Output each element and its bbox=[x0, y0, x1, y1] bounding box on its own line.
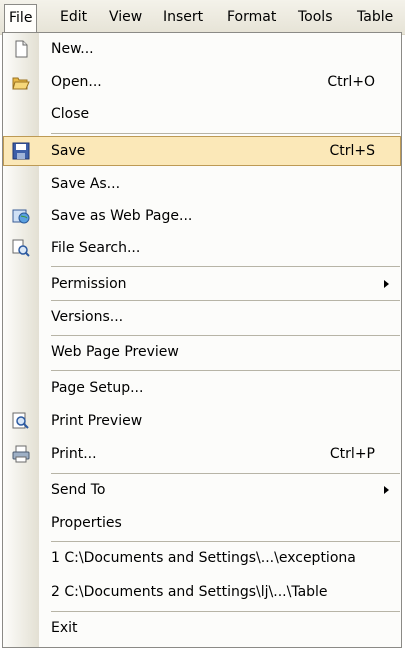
menu-item-label: Web Page Preview bbox=[51, 344, 179, 360]
menu-item-label: Send To bbox=[51, 482, 106, 498]
menu-separator bbox=[51, 300, 400, 301]
menu-item-label: File Search... bbox=[51, 240, 141, 256]
menu-separator bbox=[51, 541, 400, 542]
menu-item-save[interactable]: Save Ctrl+S bbox=[3, 136, 401, 166]
menu-separator bbox=[51, 335, 400, 336]
menu-separator bbox=[51, 370, 400, 371]
menu-item-label: Print Preview bbox=[51, 413, 143, 429]
menu-item-permission[interactable]: Permission bbox=[3, 269, 401, 299]
menu-item-close[interactable]: Close bbox=[3, 99, 401, 129]
menu-item-label: New... bbox=[51, 41, 94, 57]
menu-separator bbox=[51, 473, 400, 474]
menu-insert[interactable]: Insert bbox=[160, 6, 206, 28]
file-search-icon bbox=[12, 239, 30, 257]
menu-edit[interactable]: Edit bbox=[57, 6, 90, 28]
shortcut-label: Ctrl+O bbox=[327, 74, 375, 90]
print-preview-icon bbox=[12, 412, 30, 430]
menu-bar: File Edit View Insert Format Tools Table bbox=[0, 0, 405, 35]
menu-item-new[interactable]: New... bbox=[3, 34, 401, 64]
menu-item-label: Close bbox=[51, 106, 90, 122]
menu-item-print-preview[interactable]: Print Preview bbox=[3, 406, 401, 436]
floppy-disk-icon bbox=[12, 142, 30, 160]
menu-item-save-as[interactable]: Save As... bbox=[3, 169, 401, 199]
menu-item-label: Print... bbox=[51, 446, 97, 462]
menu-item-label: Open... bbox=[51, 74, 102, 90]
menu-table[interactable]: Table bbox=[354, 6, 396, 28]
shortcut-label: Ctrl+P bbox=[329, 446, 375, 462]
menu-item-open[interactable]: Open... Ctrl+O bbox=[3, 67, 401, 97]
menu-item-label: 1 C:\Documents and Settings\...\exceptio… bbox=[51, 550, 356, 566]
menu-format[interactable]: Format bbox=[224, 6, 279, 28]
menu-item-recent-file-2[interactable]: 2 C:\Documents and Settings\lj\...\Table bbox=[3, 577, 401, 607]
menu-item-file-search[interactable]: File Search... bbox=[3, 233, 401, 263]
open-folder-icon bbox=[12, 73, 30, 91]
submenu-arrow-icon bbox=[384, 486, 389, 494]
menu-item-label: Save bbox=[51, 143, 86, 159]
menu-separator bbox=[51, 611, 400, 612]
submenu-arrow-icon bbox=[384, 280, 389, 288]
menu-item-label: Save As... bbox=[51, 176, 121, 192]
menu-item-web-page-preview[interactable]: Web Page Preview bbox=[3, 337, 401, 367]
shortcut-label: Ctrl+S bbox=[329, 143, 375, 159]
menu-item-recent-file-1[interactable]: 1 C:\Documents and Settings\...\exceptio… bbox=[3, 543, 401, 573]
file-dropdown-menu: New... Open... Ctrl+O Close Save Ctrl+S … bbox=[2, 32, 402, 648]
menu-item-label: Save as Web Page... bbox=[51, 208, 193, 224]
menu-item-send-to[interactable]: Send To bbox=[3, 475, 401, 505]
menu-item-print[interactable]: Print... Ctrl+P bbox=[3, 439, 401, 469]
menu-item-properties[interactable]: Properties bbox=[3, 508, 401, 538]
menu-item-versions[interactable]: Versions... bbox=[3, 302, 401, 332]
menu-separator bbox=[51, 266, 400, 267]
menu-view[interactable]: View bbox=[106, 6, 145, 28]
printer-icon bbox=[12, 445, 30, 463]
menu-item-label: Page Setup... bbox=[51, 380, 144, 396]
menu-item-page-setup[interactable]: Page Setup... bbox=[3, 373, 401, 403]
menu-item-exit[interactable]: Exit bbox=[3, 613, 401, 643]
menu-item-label: Versions... bbox=[51, 309, 124, 325]
web-page-icon bbox=[12, 207, 30, 225]
menu-item-label: 2 C:\Documents and Settings\lj\...\Table bbox=[51, 584, 328, 600]
menu-item-label: Exit bbox=[51, 620, 78, 636]
new-document-icon bbox=[12, 40, 30, 58]
menu-item-label: Properties bbox=[51, 515, 122, 531]
menu-separator bbox=[51, 133, 400, 134]
menu-item-label: Permission bbox=[51, 276, 127, 292]
menu-item-save-as-web-page[interactable]: Save as Web Page... bbox=[3, 201, 401, 231]
menu-file[interactable]: File bbox=[4, 4, 38, 32]
menu-tools[interactable]: Tools bbox=[295, 6, 336, 28]
